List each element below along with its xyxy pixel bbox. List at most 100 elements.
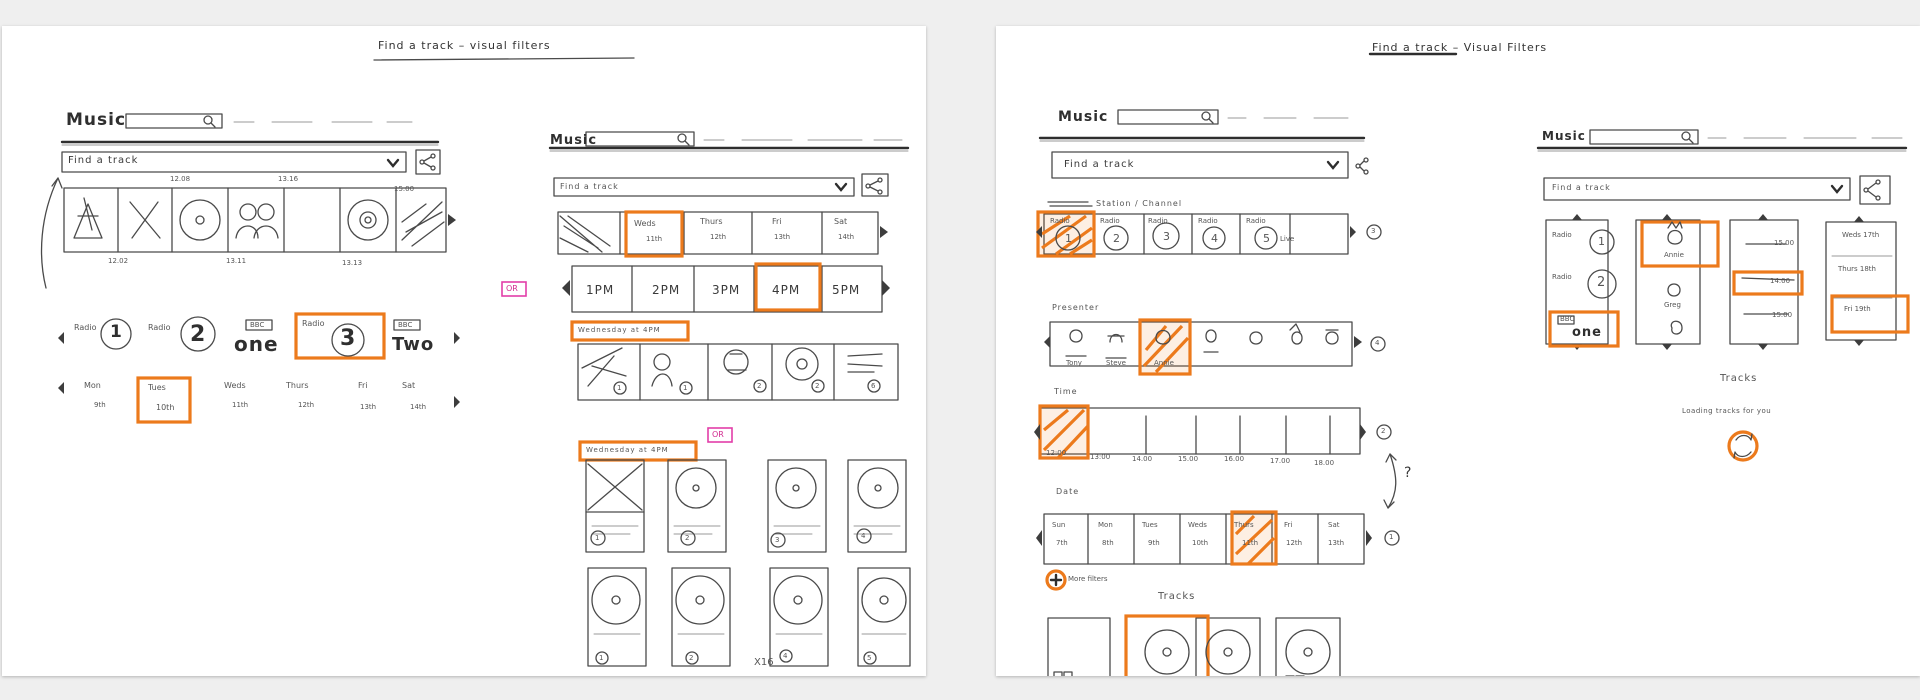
station-number-selected[interactable]: 1	[1065, 233, 1072, 244]
presenter-name[interactable]: Greg	[1664, 302, 1681, 309]
date-option-selected[interactable]: Fri 19th	[1844, 306, 1871, 313]
day-label[interactable]: Tues	[1142, 522, 1158, 529]
presenter-name[interactable]: Steve	[1106, 360, 1126, 367]
date-option[interactable]: Thurs 18th	[1838, 266, 1876, 273]
date-label: 13th	[360, 403, 377, 411]
day-label[interactable]: Fri	[1284, 522, 1292, 529]
date-label: 10th	[156, 403, 175, 412]
station-number[interactable]: 2	[1113, 233, 1120, 244]
date-label: 11th	[646, 235, 663, 243]
day-label[interactable]: Sat	[1328, 522, 1339, 529]
station-label: Radio	[1050, 217, 1070, 225]
date-label: 13th	[1328, 539, 1345, 547]
date-label: 8th	[1102, 539, 1114, 547]
sketch-sheet-left: Find a track – visual filters Music Find…	[2, 26, 926, 676]
find-track-dropdown[interactable]: Find a track	[68, 156, 138, 166]
station-number[interactable]: Two	[392, 336, 434, 354]
date-option[interactable]: Weds 17th	[1842, 232, 1879, 239]
time-tick[interactable]: 13:00	[1090, 454, 1110, 461]
presenter-name-selected[interactable]: Annie	[1664, 252, 1684, 259]
or-label: OR	[506, 284, 518, 293]
find-track-dropdown[interactable]: Find a track	[1064, 160, 1134, 170]
section-label: Time	[1054, 387, 1078, 396]
bbc-logo: BBC	[250, 321, 265, 329]
row-number: 2	[757, 382, 762, 390]
day-label[interactable]: Fri	[772, 218, 782, 226]
station-number[interactable]: 5	[1263, 233, 1270, 244]
time-tick[interactable]: 18.00	[1314, 460, 1334, 467]
station-label: Radio	[302, 319, 325, 328]
station-extra: Live	[1280, 235, 1295, 243]
app-logo: Music	[550, 133, 598, 148]
date-label: 12th	[1286, 539, 1303, 547]
question-mark: ?	[1404, 465, 1413, 481]
day-label[interactable]: Sat	[402, 382, 415, 390]
app-logo: Music	[1542, 129, 1586, 143]
time-option[interactable]: 1PM	[586, 284, 614, 296]
day-label[interactable]: Mon	[84, 382, 101, 390]
day-label-selected[interactable]: Tues	[148, 384, 166, 392]
time-tick[interactable]: 15.00	[1178, 456, 1198, 463]
station-number[interactable]: one	[234, 334, 279, 354]
day-label[interactable]: Thurs	[286, 382, 308, 390]
day-label[interactable]: Fri	[358, 382, 368, 390]
time-tick[interactable]: 17.00	[1270, 458, 1290, 465]
station-number[interactable]: 2	[1597, 276, 1605, 289]
results-heading: Wednesday at 4PM	[586, 446, 669, 454]
time-option[interactable]: 2PM	[652, 284, 680, 296]
sketch-drawing-right	[1034, 52, 1910, 676]
station-number[interactable]: 3	[1163, 231, 1170, 242]
time-option-selected[interactable]: 14.00	[1770, 278, 1790, 285]
time-label: 12.02	[108, 257, 129, 265]
station-label: Radio	[1246, 217, 1266, 225]
station-number[interactable]: 2	[190, 324, 206, 346]
time-label: 13.11	[226, 257, 247, 265]
station-number-selected[interactable]: 3	[340, 328, 356, 350]
time-option[interactable]: 15.00	[1774, 240, 1794, 247]
day-label-selected[interactable]: Weds	[634, 220, 656, 228]
station-number[interactable]: 1	[1598, 236, 1605, 247]
time-tick[interactable]: 14.00	[1132, 456, 1152, 463]
station-label: Radio	[1148, 217, 1168, 225]
day-label[interactable]: Weds	[1188, 522, 1207, 529]
station-label: Radio	[74, 323, 97, 332]
bbc-logo: BBC	[398, 321, 413, 329]
station-number[interactable]: 4	[1211, 233, 1218, 244]
time-label: 15.00	[394, 185, 415, 193]
row-number: 2	[815, 382, 820, 390]
presenter-name-selected[interactable]: Annie	[1154, 360, 1174, 367]
card-number: 4	[861, 532, 866, 540]
station-number[interactable]: 1	[110, 324, 123, 341]
app-logo: Music	[1058, 109, 1109, 125]
time-tick[interactable]: 16.00	[1224, 456, 1244, 463]
sketch-drawing-left	[40, 57, 911, 667]
find-track-dropdown[interactable]: Find a track	[560, 183, 619, 191]
tracks-heading: Tracks	[1720, 373, 1758, 384]
loading-spinner-icon	[1736, 438, 1750, 452]
sheet-title: Find a track – visual filters	[378, 39, 551, 52]
section-label: Presenter	[1052, 303, 1100, 312]
day-label[interactable]: Sun	[1052, 522, 1065, 529]
rank-number: 3	[1371, 227, 1376, 235]
day-label[interactable]: Thurs	[700, 218, 722, 226]
day-label[interactable]: Mon	[1098, 522, 1113, 529]
time-label: 13.16	[278, 175, 299, 183]
find-track-dropdown[interactable]: Find a track	[1552, 184, 1611, 192]
day-label[interactable]: Weds	[224, 382, 246, 390]
time-option[interactable]: 3PM	[712, 284, 740, 296]
time-tick[interactable]: 12:00	[1046, 450, 1066, 457]
station-label: Radio	[148, 323, 171, 332]
rank-number: 1	[1389, 533, 1394, 541]
more-filters-button[interactable]: More filters	[1068, 576, 1108, 583]
day-label-selected[interactable]: Thurs	[1234, 522, 1254, 529]
time-option[interactable]: 5PM	[832, 284, 860, 296]
time-option-selected[interactable]: 4PM	[772, 284, 800, 296]
rank-number: 2	[1381, 427, 1386, 435]
station-number-selected[interactable]: one	[1572, 326, 1602, 339]
time-option[interactable]: 15.00	[1772, 312, 1792, 319]
day-label[interactable]: Sat	[834, 218, 847, 226]
date-label: 9th	[94, 401, 106, 409]
date-label: 12th	[710, 233, 727, 241]
date-label: 14th	[410, 403, 427, 411]
presenter-name[interactable]: Tony	[1066, 360, 1082, 367]
